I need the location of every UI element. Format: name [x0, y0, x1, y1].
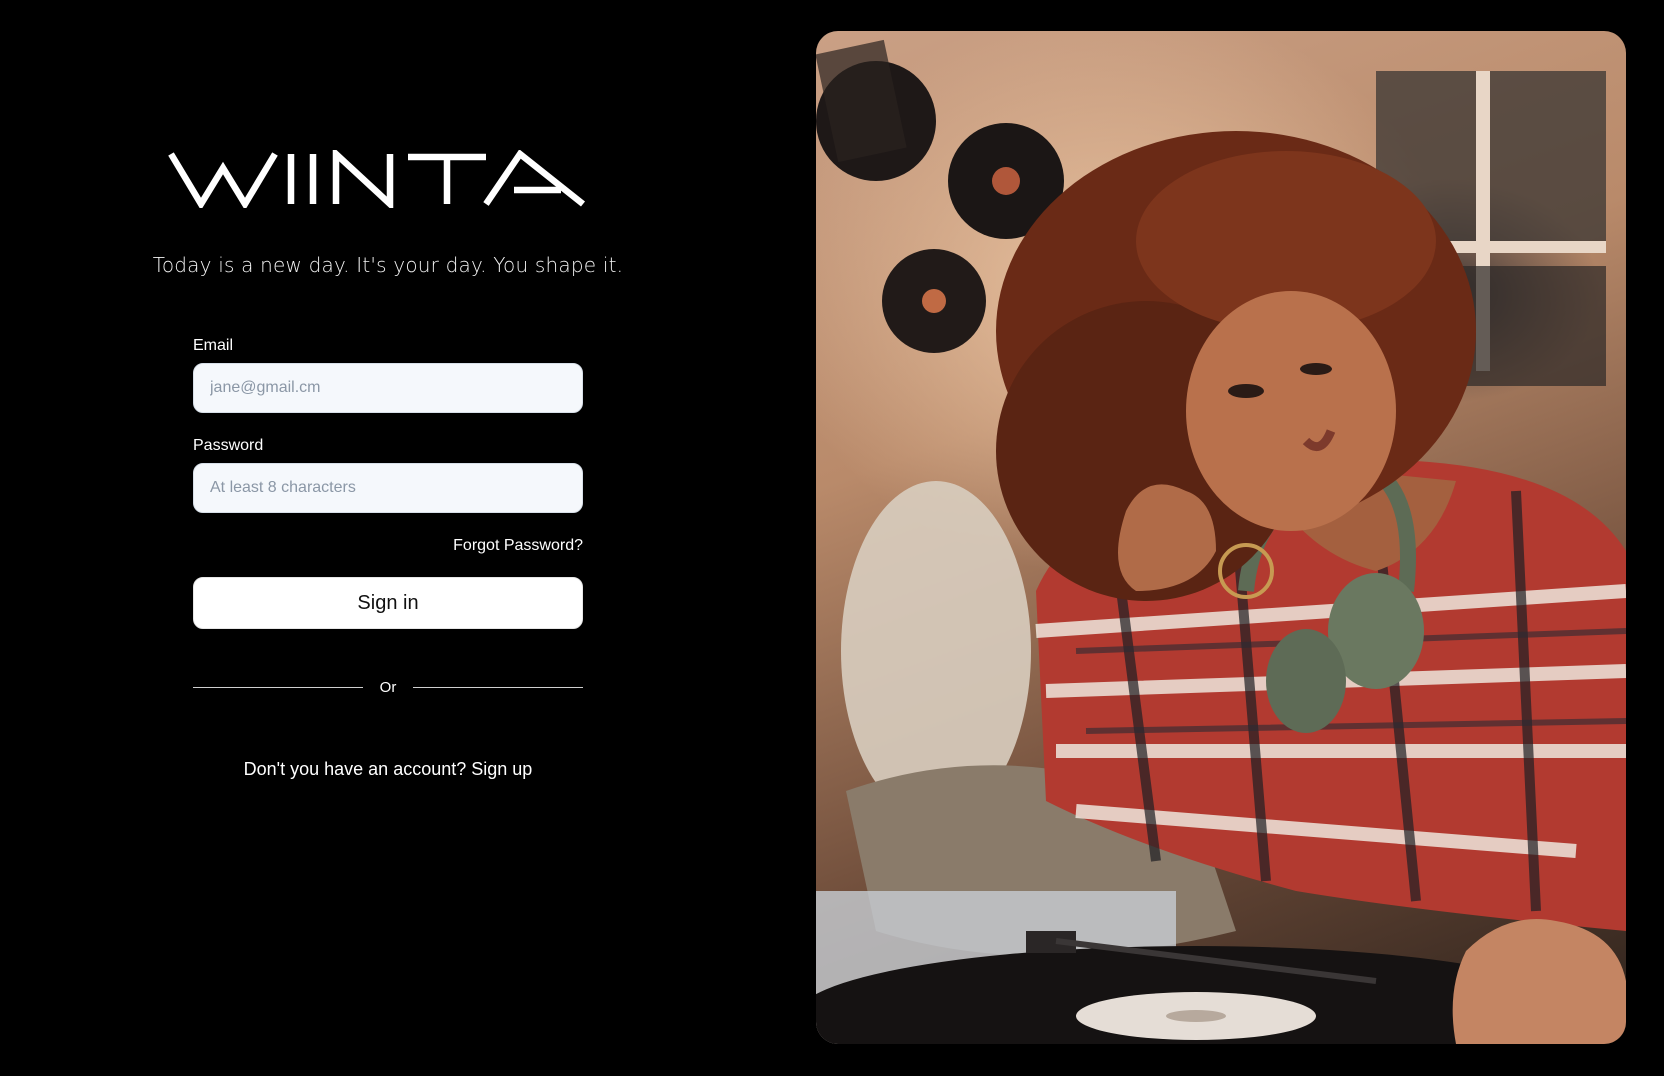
- or-divider: Or: [193, 679, 583, 696]
- signup-prompt-text: Don't you have an account?: [243, 759, 467, 779]
- sign-in-button[interactable]: Sign in: [193, 577, 583, 629]
- password-input[interactable]: [193, 463, 583, 513]
- password-label: Password: [193, 437, 264, 454]
- forgot-password-link[interactable]: Forgot Password?: [193, 537, 583, 555]
- divider-label: Or: [379, 679, 397, 696]
- hero-illustration: [816, 39, 1626, 1044]
- email-field-group: Email: [193, 336, 583, 413]
- divider-line-left: [193, 687, 363, 688]
- login-form: Email Password Forgot Password? Sign in: [193, 336, 583, 629]
- divider-line-right: [413, 687, 583, 688]
- tagline: Today is a new day. It's your day. You s…: [152, 253, 624, 277]
- wiinta-logo: [168, 150, 586, 208]
- login-page: Today is a new day. It's your day. You s…: [0, 0, 1664, 1076]
- email-input[interactable]: [193, 363, 583, 413]
- signup-prompt: Don't you have an account? Sign up: [193, 759, 583, 780]
- sign-up-link[interactable]: Sign up: [471, 759, 532, 779]
- password-field-group: Password: [193, 436, 583, 513]
- email-label: Email: [193, 337, 234, 354]
- hero-image: [816, 31, 1626, 1044]
